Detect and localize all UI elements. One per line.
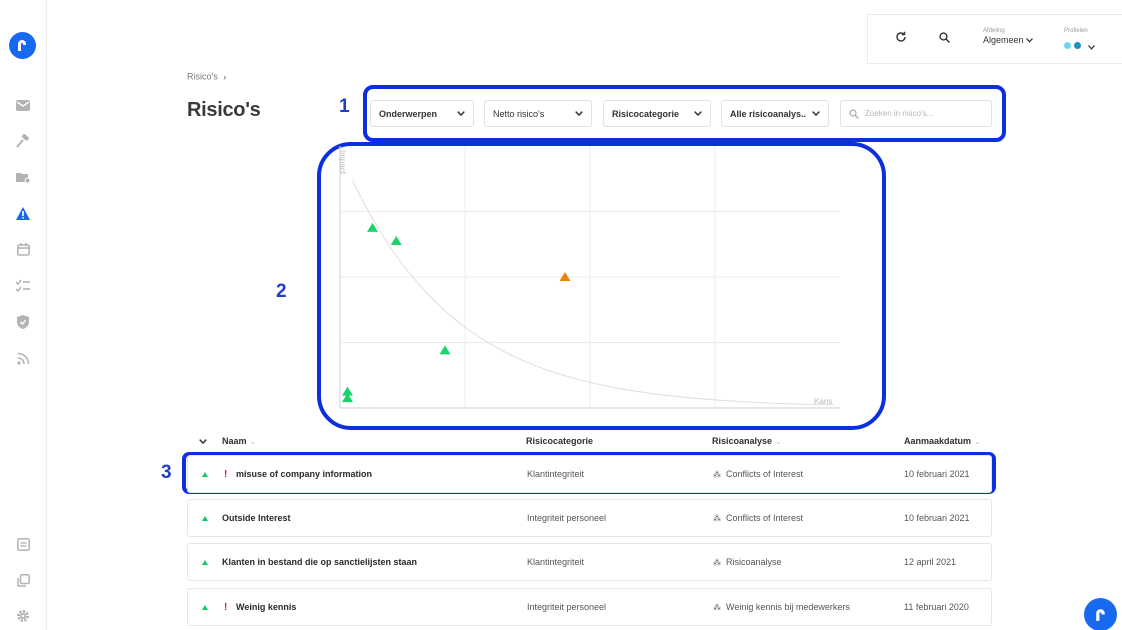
risk-analysis: ⁂ Conflicts of Interest — [713, 469, 804, 479]
department-selector[interactable]: Afdeling Algemeen — [983, 28, 1034, 45]
filter-net-risks[interactable]: Netto risico's — [484, 100, 592, 127]
department-label: Afdeling — [983, 28, 1005, 34]
breadcrumb-separator-icon: › — [223, 71, 227, 82]
settings-gear-icon[interactable] — [14, 607, 32, 625]
table-row[interactable]: Klanten in bestand die op sanctielijsten… — [187, 543, 992, 581]
collapse-toggle-icon[interactable] — [199, 436, 207, 446]
chevron-down-icon — [1088, 45, 1096, 50]
warning-icon[interactable] — [14, 204, 32, 222]
filter-label: Risicocategorie — [612, 108, 680, 119]
risk-matrix-svg — [339, 146, 840, 409]
shield-icon[interactable] — [14, 313, 32, 331]
filter-risk-analyses[interactable]: Alle risicoanalys.. — [721, 100, 829, 127]
header-toolbar: Afdeling Algemeen Profielen — [867, 14, 1122, 64]
table-row[interactable]: Outside Interest Integriteit personeel ⁂… — [187, 499, 992, 537]
analysis-icon: ⁂ — [713, 557, 721, 567]
risk-analysis: ⁂ Conflicts of Interest — [713, 513, 804, 523]
chevron-down-icon — [812, 111, 820, 116]
column-header-name[interactable]: Naam ⌄ — [222, 436, 256, 446]
chat-logo-icon — [1095, 608, 1105, 621]
risk-category: Klantintegriteit — [527, 557, 585, 567]
risk-level-icon — [202, 589, 208, 625]
analysis-icon: ⁂ — [713, 469, 721, 479]
y-axis-label: Impact — [338, 150, 347, 175]
sort-icon: ⌄ — [249, 437, 257, 446]
analysis-icon: ⁂ — [713, 602, 721, 612]
chevron-down-icon — [457, 111, 465, 116]
profiles-selector[interactable]: Profielen — [1064, 28, 1096, 55]
filter-label: Netto risico's — [493, 108, 545, 119]
app-logo[interactable] — [9, 32, 36, 59]
folder-settings-icon[interactable] — [14, 168, 32, 186]
filter-risk-category[interactable]: Risicocategorie — [603, 100, 711, 127]
refresh-icon[interactable] — [891, 27, 911, 47]
annotation-number-3: 3 — [161, 462, 172, 483]
risk-threshold-curve — [352, 180, 834, 406]
page-title: Risico's — [187, 99, 261, 121]
risk-category: Integriteit personeel — [527, 513, 607, 523]
risk-point-marker — [390, 235, 402, 245]
breadcrumb-item[interactable]: Risico's — [187, 72, 218, 82]
search-input[interactable] — [865, 109, 985, 118]
sidebar — [0, 0, 47, 630]
profiles-dots — [1064, 37, 1096, 55]
chevron-down-icon — [575, 111, 583, 116]
risk-name: Outside Interest — [222, 513, 291, 523]
risk-category: Integriteit personeel — [527, 602, 607, 612]
feed-icon[interactable] — [14, 349, 32, 367]
profile-dot-dark-icon — [1074, 42, 1081, 50]
risk-name: Weinig kennis — [236, 602, 297, 612]
risk-point-marker — [439, 345, 451, 355]
risk-analysis: ⁂ Weinig kennis bij medewerkers — [713, 602, 850, 612]
calendar-icon[interactable] — [14, 240, 32, 258]
analysis-icon: ⁂ — [713, 513, 721, 523]
filter-subjects[interactable]: Onderwerpen — [370, 100, 474, 127]
created-date: 10 februari 2021 — [904, 513, 970, 523]
column-header-analysis[interactable]: Risicoanalyse ⌄ — [712, 436, 782, 446]
profile-dot-light-icon — [1064, 42, 1071, 50]
created-date: 10 februari 2021 — [904, 469, 970, 479]
x-axis-label: Kans — [814, 397, 833, 406]
created-date: 11 februari 2020 — [904, 602, 969, 612]
risk-analysis: ⁂ Risicoanalyse — [713, 557, 782, 567]
gavel-icon[interactable] — [14, 132, 32, 150]
document-icon[interactable] — [14, 535, 32, 553]
risk-category: Klantintegriteit — [527, 469, 585, 479]
created-date: 12 april 2021 — [904, 557, 957, 567]
risk-level-icon — [202, 544, 208, 580]
chevron-down-icon — [694, 111, 702, 116]
risk-name: Klanten in bestand die op sanctielijsten… — [222, 557, 418, 567]
risk-level-icon — [202, 500, 208, 536]
risk-matrix-chart: Impact Kans — [336, 144, 841, 412]
risk-search[interactable] — [840, 100, 992, 127]
breadcrumb: Risico's › — [187, 71, 226, 82]
filter-label: Onderwerpen — [379, 108, 438, 119]
flag-icon: ! — [224, 468, 228, 480]
sort-icon: ⌄ — [974, 437, 981, 446]
flag-icon: ! — [224, 601, 228, 613]
logo-mark-icon — [18, 40, 26, 51]
search-icon[interactable] — [934, 27, 954, 47]
checklist-icon[interactable] — [14, 276, 32, 294]
column-header-date[interactable]: Aanmaakdatum ⌄ — [904, 436, 981, 446]
copy-icon[interactable] — [14, 571, 32, 589]
filter-label: Alle risicoanalys.. — [730, 108, 807, 119]
risk-level-icon — [202, 456, 208, 492]
search-icon — [849, 108, 859, 119]
mail-icon[interactable] — [14, 96, 32, 114]
chat-button[interactable] — [1084, 598, 1117, 630]
profiles-label: Profielen — [1064, 28, 1088, 34]
risk-name: misuse of company information — [236, 469, 373, 479]
column-header-category[interactable]: Risicocategorie — [526, 436, 593, 446]
sort-icon: ⌄ — [775, 437, 782, 446]
table-row[interactable]: ! Weinig kennis Integriteit personeel ⁂ W… — [187, 588, 992, 626]
table-row[interactable]: ! misuse of company information Klantint… — [187, 455, 992, 493]
department-value: Algemeen — [983, 35, 1034, 45]
annotation-number-1: 1 — [339, 96, 350, 117]
annotation-number-2: 2 — [276, 281, 287, 302]
chevron-down-icon — [1026, 38, 1034, 43]
